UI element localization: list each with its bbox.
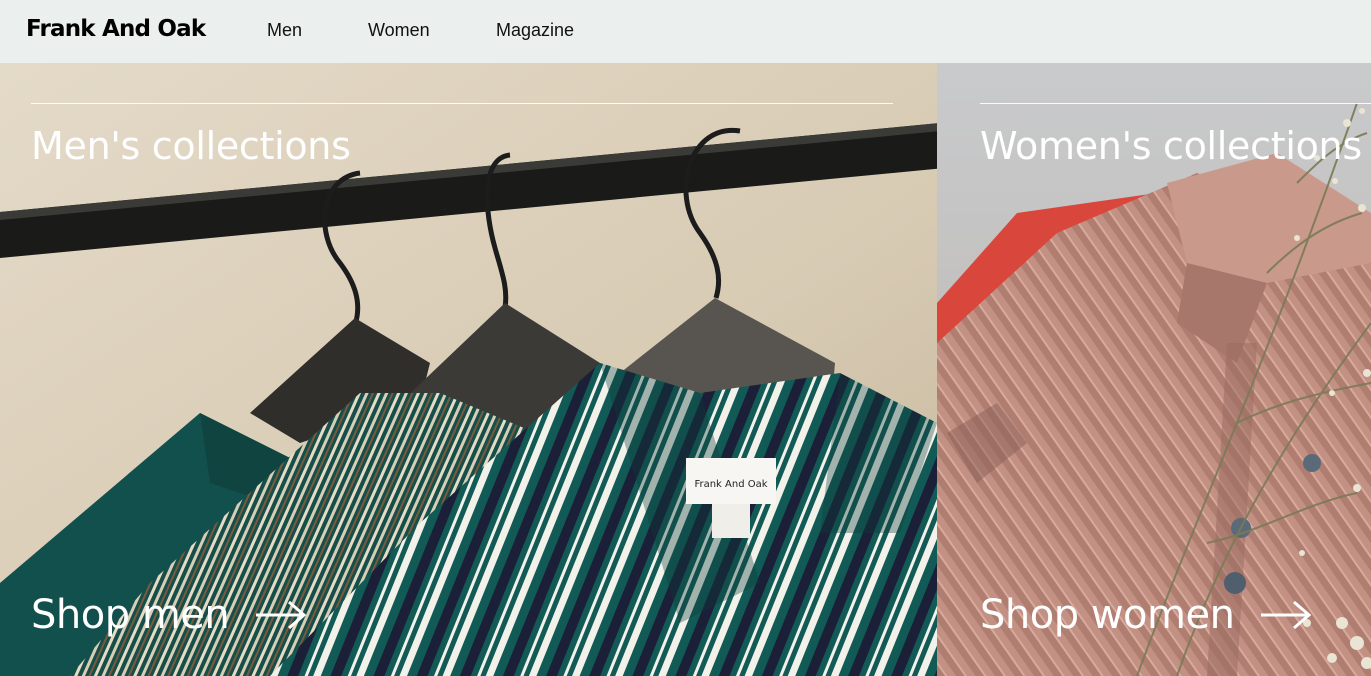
nav-item-magazine[interactable]: Magazine (496, 19, 574, 41)
arrow-right-icon (1261, 600, 1312, 630)
arrow-right-icon (256, 600, 307, 630)
women-divider (980, 103, 1371, 104)
svg-text:Frank And Oak: Frank And Oak (694, 479, 767, 490)
women-collections-title: Women's collections (980, 124, 1362, 168)
nav-item-women[interactable]: Women (368, 19, 430, 41)
shop-men-label: Shop men (31, 592, 230, 638)
site-header: Frank And Oak Men Women Magazine (0, 0, 1371, 63)
women-collections-panel[interactable]: Women's collections Shop women (937, 63, 1371, 676)
shop-women-link[interactable]: Shop women (980, 590, 1312, 640)
men-collections-panel[interactable]: Frank And Oak Men's collections Shop men (0, 63, 937, 676)
men-collections-title: Men's collections (31, 124, 351, 168)
nav-item-men[interactable]: Men (267, 19, 302, 41)
shop-men-link[interactable]: Shop men (31, 590, 307, 640)
shop-women-label: Shop women (980, 592, 1235, 638)
brand-logo[interactable]: Frank And Oak (26, 15, 206, 43)
men-divider (31, 103, 893, 104)
